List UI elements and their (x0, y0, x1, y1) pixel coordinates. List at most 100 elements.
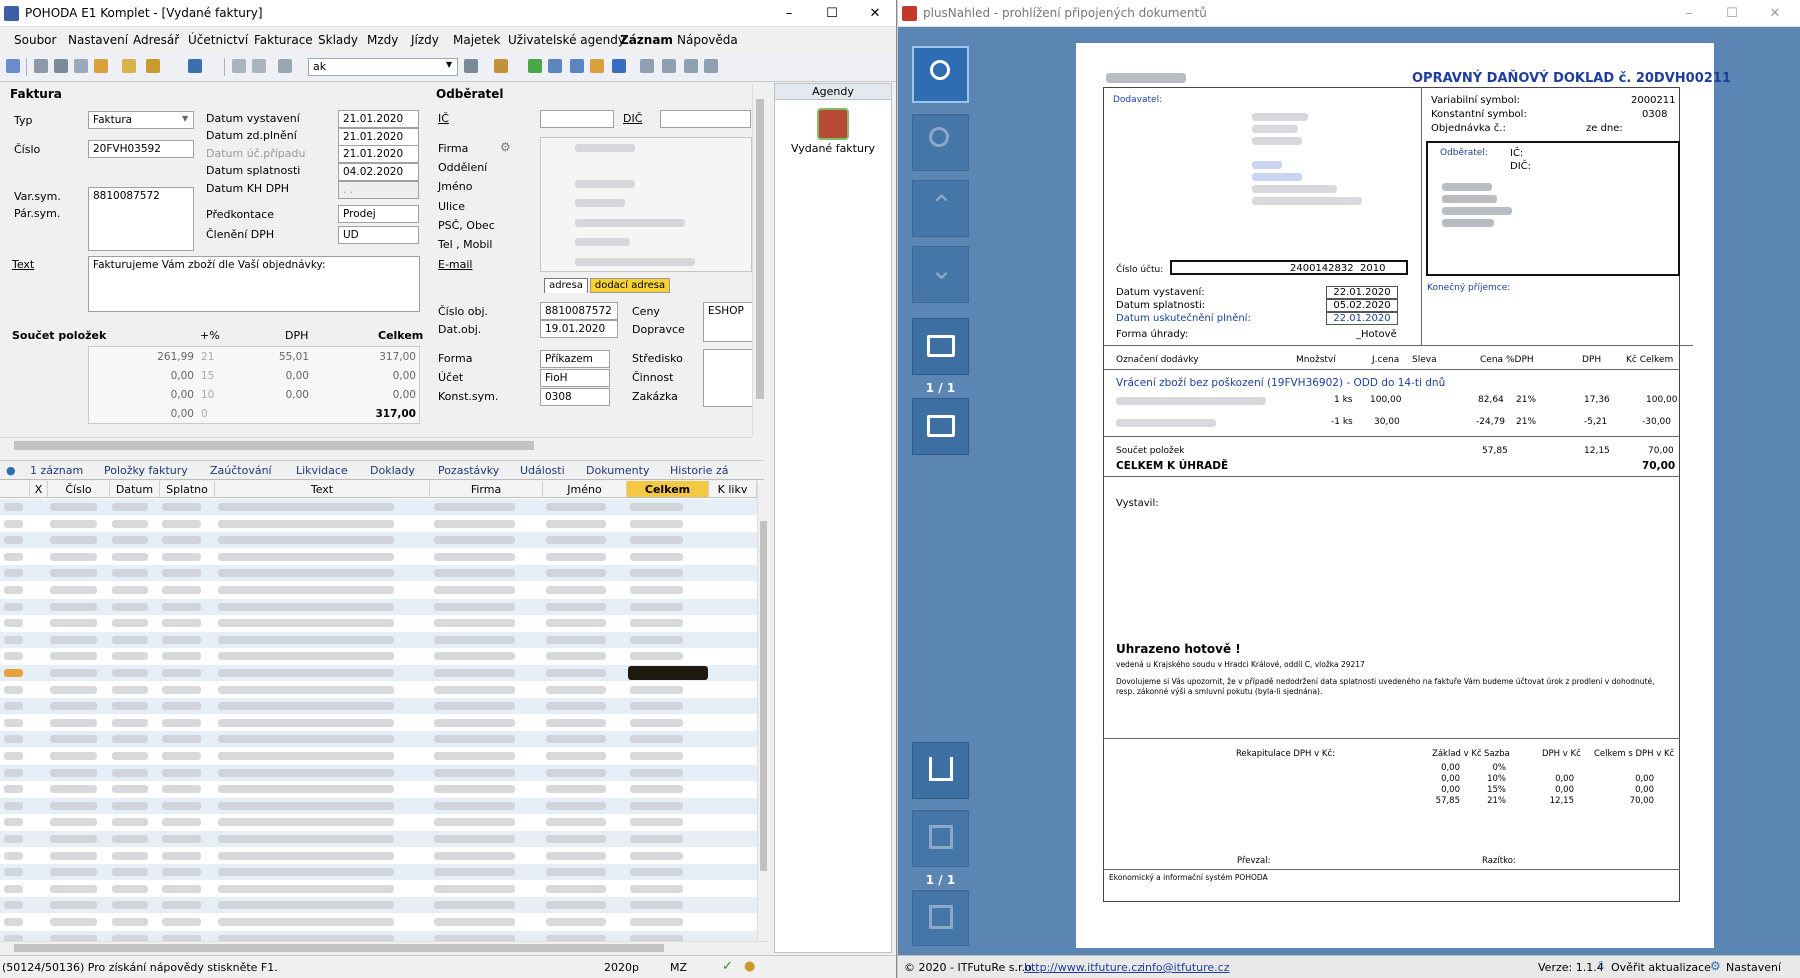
maximize-button[interactable]: ☐ (811, 0, 853, 27)
menu-mzdy[interactable]: Mzdy (367, 33, 398, 47)
table-row[interactable] (0, 499, 757, 515)
text-input[interactable]: Fakturujeme Vám zboží dle Vaší objednávk… (88, 256, 420, 312)
minimize-button[interactable]: – (1668, 0, 1710, 27)
tab-dokumenty[interactable]: Dokumenty (586, 464, 649, 477)
datum-zdplneni-input[interactable]: 21.01.2020 (338, 128, 419, 146)
save-icon[interactable] (232, 59, 246, 73)
table-row[interactable] (0, 764, 757, 781)
grid-col-jmeno[interactable]: Jméno (543, 481, 627, 498)
table-icon[interactable] (548, 59, 562, 73)
form-hscrollbar[interactable] (0, 437, 752, 452)
help-icon[interactable] (704, 59, 718, 73)
table-row[interactable] (0, 864, 757, 881)
grid-vscrollbar[interactable] (757, 481, 768, 943)
grid-button[interactable] (912, 890, 969, 946)
table-row[interactable] (0, 748, 757, 764)
check-updates-button[interactable]: Ověřit aktualizace (1611, 961, 1711, 974)
link-icon[interactable] (528, 59, 542, 73)
users-icon[interactable] (590, 59, 604, 73)
grid-col-x[interactable]: X (30, 481, 48, 498)
table-row[interactable] (0, 781, 757, 798)
grid-col-cislo[interactable]: Číslo (48, 481, 110, 498)
grid-col-firma[interactable]: Firma (430, 481, 543, 498)
tab-star-icon[interactable]: ● (6, 464, 16, 477)
menu-soubor[interactable]: Soubor (14, 33, 56, 47)
menu-nastaveni[interactable]: Nastavení (68, 33, 128, 47)
zoom-in-button[interactable] (912, 46, 969, 103)
page-down-button[interactable]: ⌄ (912, 246, 969, 303)
table-row[interactable] (0, 631, 757, 648)
datum-splatnosti-input[interactable]: 04.02.2020 (338, 163, 419, 181)
predkontace-input[interactable]: Prodej (338, 205, 419, 223)
cislo-obj-input[interactable]: 8810087572 (540, 302, 618, 320)
table-row[interactable] (0, 714, 757, 731)
print-icon[interactable] (54, 59, 68, 73)
table-row[interactable] (0, 582, 757, 598)
preview-icon[interactable] (74, 59, 88, 73)
menu-napoveda[interactable]: Nápověda (677, 33, 738, 47)
ceny-input[interactable]: ESHOP (703, 302, 753, 342)
close-button[interactable]: ✕ (1754, 0, 1796, 27)
table-row[interactable] (0, 548, 757, 565)
menu-uzivatelske-agendy[interactable]: Uživatelské agendy (508, 33, 625, 47)
filter-icon[interactable] (464, 59, 478, 73)
tab-doklady[interactable]: Doklady (370, 464, 415, 477)
datobj-input[interactable]: 19.01.2020 (540, 320, 618, 338)
menu-zaznam[interactable]: Záznam (620, 33, 673, 47)
window-icon[interactable] (662, 59, 676, 73)
table-row[interactable] (0, 897, 757, 914)
table-row[interactable] (0, 847, 757, 864)
grid-col-splatno[interactable]: Splatno (160, 481, 215, 498)
menu-majetek[interactable]: Majetek (453, 33, 500, 47)
agenda-vydane-faktury[interactable]: Vydané faktury (775, 142, 891, 155)
dic-input[interactable] (660, 110, 751, 128)
grid-hscrollbar[interactable] (0, 941, 768, 954)
tab-historie[interactable]: Historie zá (670, 464, 728, 477)
menu-adresar[interactable]: Adresář (133, 33, 179, 47)
cislo-input[interactable]: 20FVH03592 (88, 140, 194, 158)
cleneni-input[interactable]: UD (338, 226, 419, 244)
address-fields[interactable] (540, 137, 752, 272)
export-button[interactable] (912, 742, 969, 799)
table-row[interactable] (0, 831, 757, 847)
table-row[interactable] (0, 565, 757, 582)
table-row[interactable] (0, 698, 757, 715)
table-row[interactable] (0, 515, 757, 532)
first-page-button[interactable] (912, 318, 969, 375)
form-vscrollbar[interactable] (752, 83, 766, 437)
datum-khdph-input[interactable]: . . (338, 181, 419, 199)
page-up-button[interactable]: ⌃ (912, 180, 969, 237)
table-row[interactable] (0, 598, 757, 615)
website-link[interactable]: http://www.itfuture.cz (1024, 961, 1143, 974)
table-row[interactable] (0, 814, 757, 831)
grid-col-celkem[interactable]: Celkem (627, 481, 709, 498)
copy-icon[interactable] (34, 59, 48, 73)
grid-col-text[interactable]: Text (215, 481, 430, 498)
datum-ucpripadu-input[interactable]: 21.01.2020 (338, 145, 419, 163)
new-record-icon[interactable] (122, 59, 136, 73)
menu-fakturace[interactable]: Fakturace (254, 33, 313, 47)
menu-ucetnictvi[interactable]: Účetnictví (188, 33, 248, 47)
cancel-icon[interactable] (252, 59, 266, 73)
table-row[interactable] (0, 731, 757, 748)
settings-button[interactable]: Nastavení (1726, 961, 1781, 974)
typ-select[interactable]: Faktura (88, 111, 194, 129)
table-row[interactable] (0, 665, 757, 681)
tab-zaznam[interactable]: 1 záznam (30, 464, 83, 477)
email-link[interactable]: info@itfuture.cz (1142, 961, 1230, 974)
monitor-icon[interactable] (684, 59, 698, 73)
maximize-button[interactable]: ☐ (1711, 0, 1753, 27)
export-icon[interactable] (94, 59, 108, 73)
varsym-input[interactable]: 8810087572 (88, 187, 194, 251)
tab-likvidace[interactable]: Likvidace (296, 464, 348, 477)
table-row[interactable] (0, 797, 757, 814)
invoice-agenda-icon[interactable] (817, 108, 849, 140)
last-page-button[interactable] (912, 398, 969, 455)
table-row[interactable] (0, 914, 757, 930)
tab-pozastavky[interactable]: Pozastávky (438, 464, 499, 477)
chevron-down-icon[interactable]: ▼ (446, 60, 456, 72)
zoom-out-button[interactable] (912, 114, 969, 171)
calculator-icon[interactable] (570, 59, 584, 73)
menu-sklady[interactable]: Sklady (318, 33, 358, 47)
close-button[interactable]: ✕ (854, 0, 896, 27)
